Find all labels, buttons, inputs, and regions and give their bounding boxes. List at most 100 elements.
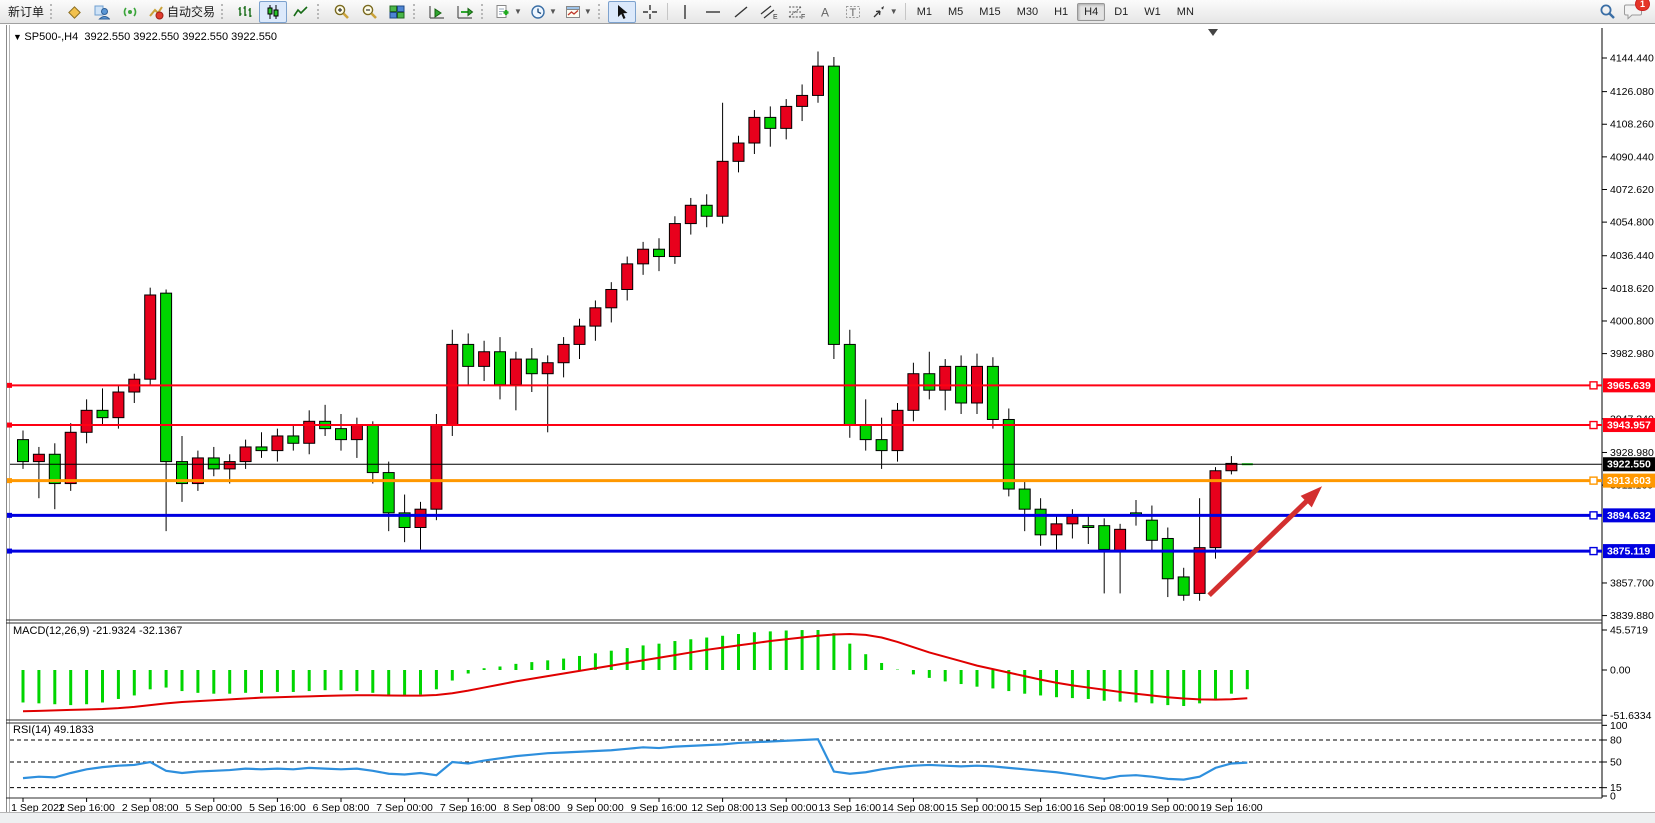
- cursor-button[interactable]: [608, 1, 636, 23]
- svg-text:4054.800: 4054.800: [1610, 217, 1654, 229]
- chart-shift-button[interactable]: [451, 1, 479, 23]
- chart-frame: [7, 25, 10, 812]
- svg-text:4000.800: 4000.800: [1610, 315, 1654, 327]
- line-chart-type-button[interactable]: [287, 1, 315, 23]
- toolbar-grip: [598, 4, 604, 19]
- crosshair-button[interactable]: [636, 1, 664, 23]
- svg-text:3922.550: 3922.550: [1607, 459, 1651, 471]
- line-chart-icon: [293, 4, 309, 20]
- auto-scroll-icon: [429, 4, 446, 20]
- svg-text:F: F: [801, 14, 805, 20]
- new-order-label: 新订单: [8, 3, 44, 20]
- search-icon[interactable]: [1599, 3, 1616, 20]
- clock-icon: [530, 4, 546, 20]
- periods-button[interactable]: ▼: [526, 1, 561, 23]
- chart-shift-marker[interactable]: [1208, 29, 1218, 36]
- candlestick-chart-type-button[interactable]: [259, 1, 287, 23]
- svg-text:3965.639: 3965.639: [1607, 380, 1651, 392]
- zoom-out-button[interactable]: [355, 1, 383, 23]
- svg-text:T: T: [849, 7, 856, 19]
- toolbar-separator: [667, 3, 668, 20]
- channel-tool-button[interactable]: E: [755, 1, 783, 23]
- candlestick-icon: [265, 4, 281, 20]
- tf-button-M1[interactable]: M1: [910, 3, 939, 21]
- tf-button-MN[interactable]: MN: [1170, 3, 1201, 21]
- toolbar-grip: [481, 4, 487, 19]
- svg-text:4144.440: 4144.440: [1610, 53, 1654, 65]
- svg-text:3982.980: 3982.980: [1610, 348, 1654, 360]
- symbol-dropdown-icon[interactable]: ▼: [13, 32, 24, 42]
- text-icon: A: [817, 4, 833, 20]
- svg-text:3943.957: 3943.957: [1607, 420, 1651, 432]
- fibonacci-icon: F: [788, 4, 806, 20]
- ohlc-bars-icon: [237, 4, 253, 20]
- indicators-button[interactable]: ▼: [491, 1, 526, 23]
- svg-text:4072.620: 4072.620: [1610, 184, 1654, 196]
- auto-trading-button[interactable]: 自动交易: [144, 1, 219, 23]
- text-label-icon: T: [845, 4, 861, 20]
- template-chart-icon: [565, 4, 581, 20]
- svg-text:A: A: [821, 5, 829, 19]
- rsi-pane: 1008050150: [10, 720, 1628, 803]
- chevron-down-icon: ▼: [549, 8, 557, 16]
- chart-symbol-header[interactable]: ▼ SP500-,H4 3922.550 3922.550 3922.550 3…: [13, 31, 277, 43]
- tile-windows-button[interactable]: [383, 1, 411, 23]
- notifications-button[interactable]: 1: [1624, 3, 1643, 20]
- tf-button-H4[interactable]: H4: [1077, 3, 1105, 21]
- current-price-line: 3922.550: [10, 457, 1655, 471]
- tf-button-D1[interactable]: D1: [1107, 3, 1135, 21]
- svg-text:3875.119: 3875.119: [1607, 546, 1650, 558]
- person-chart-icon: [94, 4, 110, 20]
- trendline-tool-button[interactable]: [727, 1, 755, 23]
- trend-arrow[interactable]: [1209, 486, 1322, 595]
- svg-text:0: 0: [1610, 791, 1616, 803]
- equidistant-channel-icon: E: [760, 4, 778, 20]
- notification-badge: 1: [1635, 0, 1650, 11]
- auto-scroll-button[interactable]: [423, 1, 451, 23]
- bar-chart-type-button[interactable]: [231, 1, 259, 23]
- timeframe-group: M1M5M15M30H1H4D1W1MN: [909, 3, 1202, 21]
- auto-trading-label: 自动交易: [167, 3, 215, 20]
- chart-window: 4144.4404126.0804108.2604090.4404072.620…: [0, 25, 1655, 812]
- rsi-indicator-label: RSI(14) 49.1833: [13, 724, 94, 736]
- tf-button-M15[interactable]: M15: [972, 3, 1007, 21]
- cursor-arrow-icon: [614, 4, 630, 20]
- svg-text:0.00: 0.00: [1610, 665, 1631, 677]
- pane-separators[interactable]: [6, 620, 1602, 798]
- svg-text:100: 100: [1610, 720, 1628, 732]
- data-window-button[interactable]: [116, 1, 144, 23]
- macd-indicator-label: MACD(12,26,9) -21.9324 -32.1367: [13, 625, 182, 637]
- tf-button-H1[interactable]: H1: [1047, 3, 1075, 21]
- tf-button-M30[interactable]: M30: [1010, 3, 1045, 21]
- vertical-line-tool-button[interactable]: [671, 1, 699, 23]
- symbols-button[interactable]: [60, 1, 88, 23]
- svg-text:4036.440: 4036.440: [1610, 250, 1654, 262]
- toolbar-separator: [905, 3, 906, 20]
- new-order-button[interactable]: 新订单: [4, 1, 48, 23]
- trendline-icon: [733, 4, 749, 20]
- ohlc-quote-readout: 3922.550 3922.550 3922.550 3922.550: [84, 31, 277, 43]
- level-lines-layer[interactable]: 3965.6393943.9573913.6033894.6323875.119: [7, 378, 1655, 558]
- candles-layer: [18, 51, 1253, 600]
- profiles-button[interactable]: [88, 1, 116, 23]
- text-label-tool-button[interactable]: T: [839, 1, 867, 23]
- horizontal-line-tool-button[interactable]: [699, 1, 727, 23]
- fibonacci-tool-button[interactable]: F: [783, 1, 811, 23]
- vertical-line-icon: [677, 4, 693, 20]
- text-tool-button[interactable]: A: [811, 1, 839, 23]
- svg-text:E: E: [773, 14, 778, 20]
- toolbar-grip: [221, 4, 227, 19]
- arrows-tool-button[interactable]: ▼: [867, 1, 902, 23]
- window-bottom-edge: [0, 812, 1655, 823]
- price-axis: 4144.4404126.0804108.2604090.4404072.620…: [1602, 28, 1654, 798]
- svg-text:4108.260: 4108.260: [1610, 119, 1654, 131]
- templates-button[interactable]: ▼: [561, 1, 596, 23]
- symbol-period-label: SP500-,H4: [24, 31, 78, 43]
- tf-button-W1[interactable]: W1: [1137, 3, 1168, 21]
- zoom-in-button[interactable]: [327, 1, 355, 23]
- diamond-icon: [66, 4, 82, 20]
- chart-shift-icon: [457, 4, 474, 20]
- chart-canvas[interactable]: 4144.4404126.0804108.2604090.4404072.620…: [0, 25, 1655, 822]
- toolbar-grip: [413, 4, 419, 19]
- tf-button-M5[interactable]: M5: [941, 3, 970, 21]
